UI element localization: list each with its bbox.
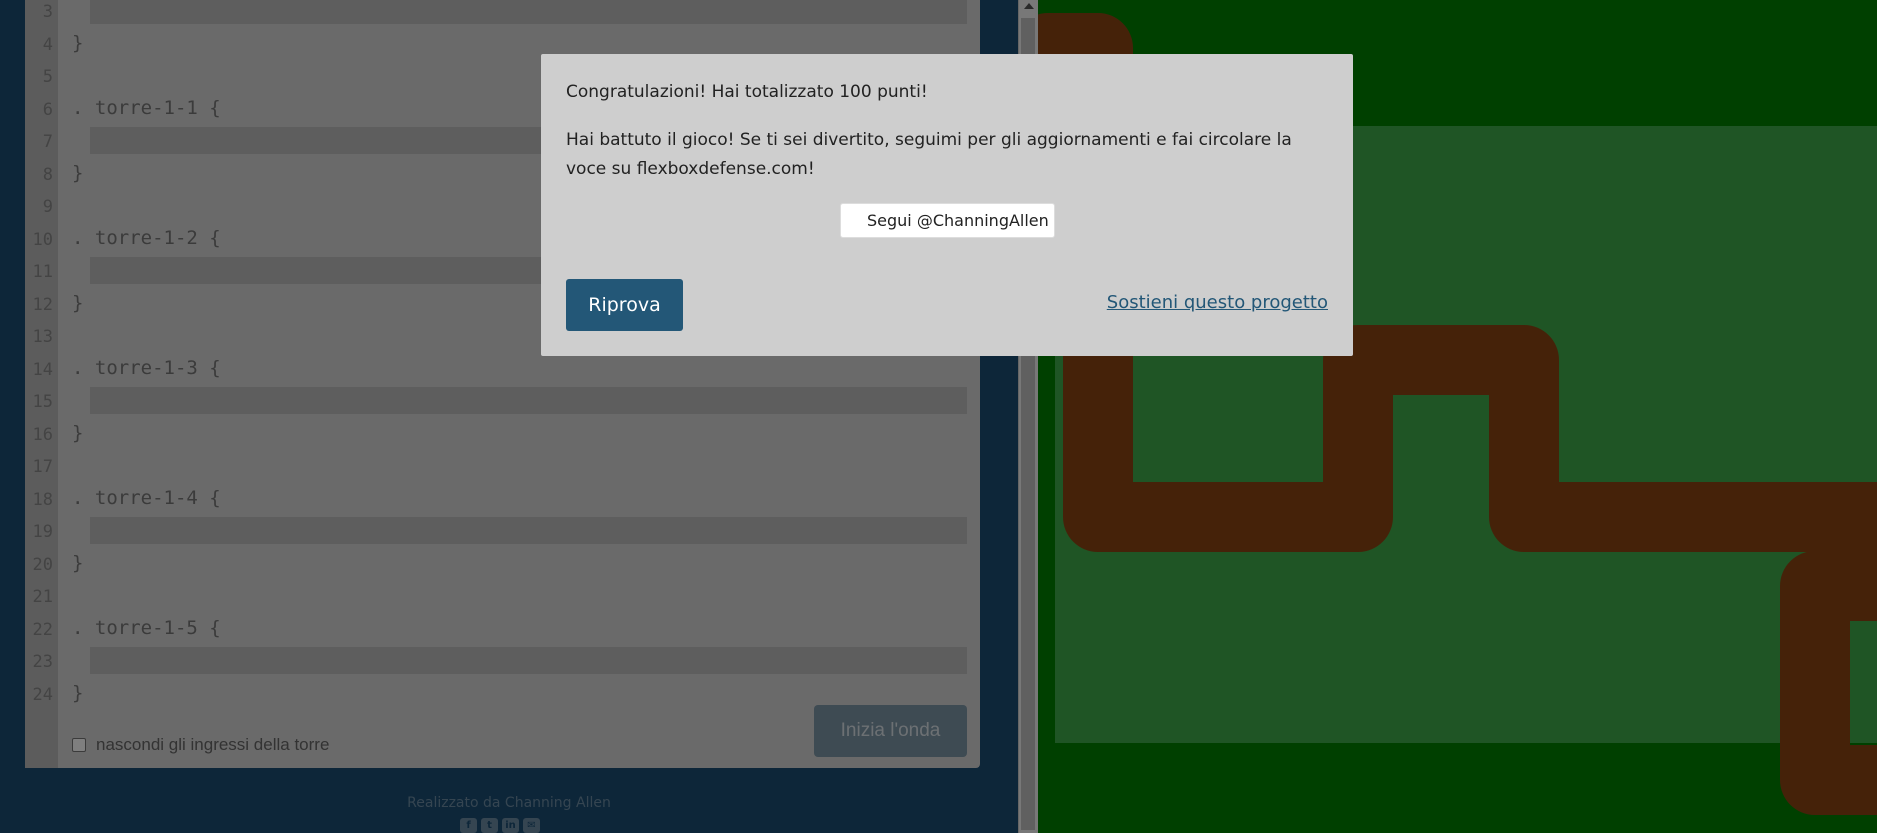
modal-title: Congratulazioni! Hai totalizzato 100 pun… xyxy=(566,82,928,102)
support-project-link[interactable]: Sostieni questo progetto xyxy=(1107,292,1328,313)
retry-button[interactable]: Riprova xyxy=(566,279,683,331)
follow-button[interactable]: Segui @ChanningAllen xyxy=(840,203,1055,238)
modal-message: Hai battuto il gioco! Se ti sei divertit… xyxy=(566,130,1292,179)
victory-modal: Congratulazioni! Hai totalizzato 100 pun… xyxy=(541,54,1353,356)
